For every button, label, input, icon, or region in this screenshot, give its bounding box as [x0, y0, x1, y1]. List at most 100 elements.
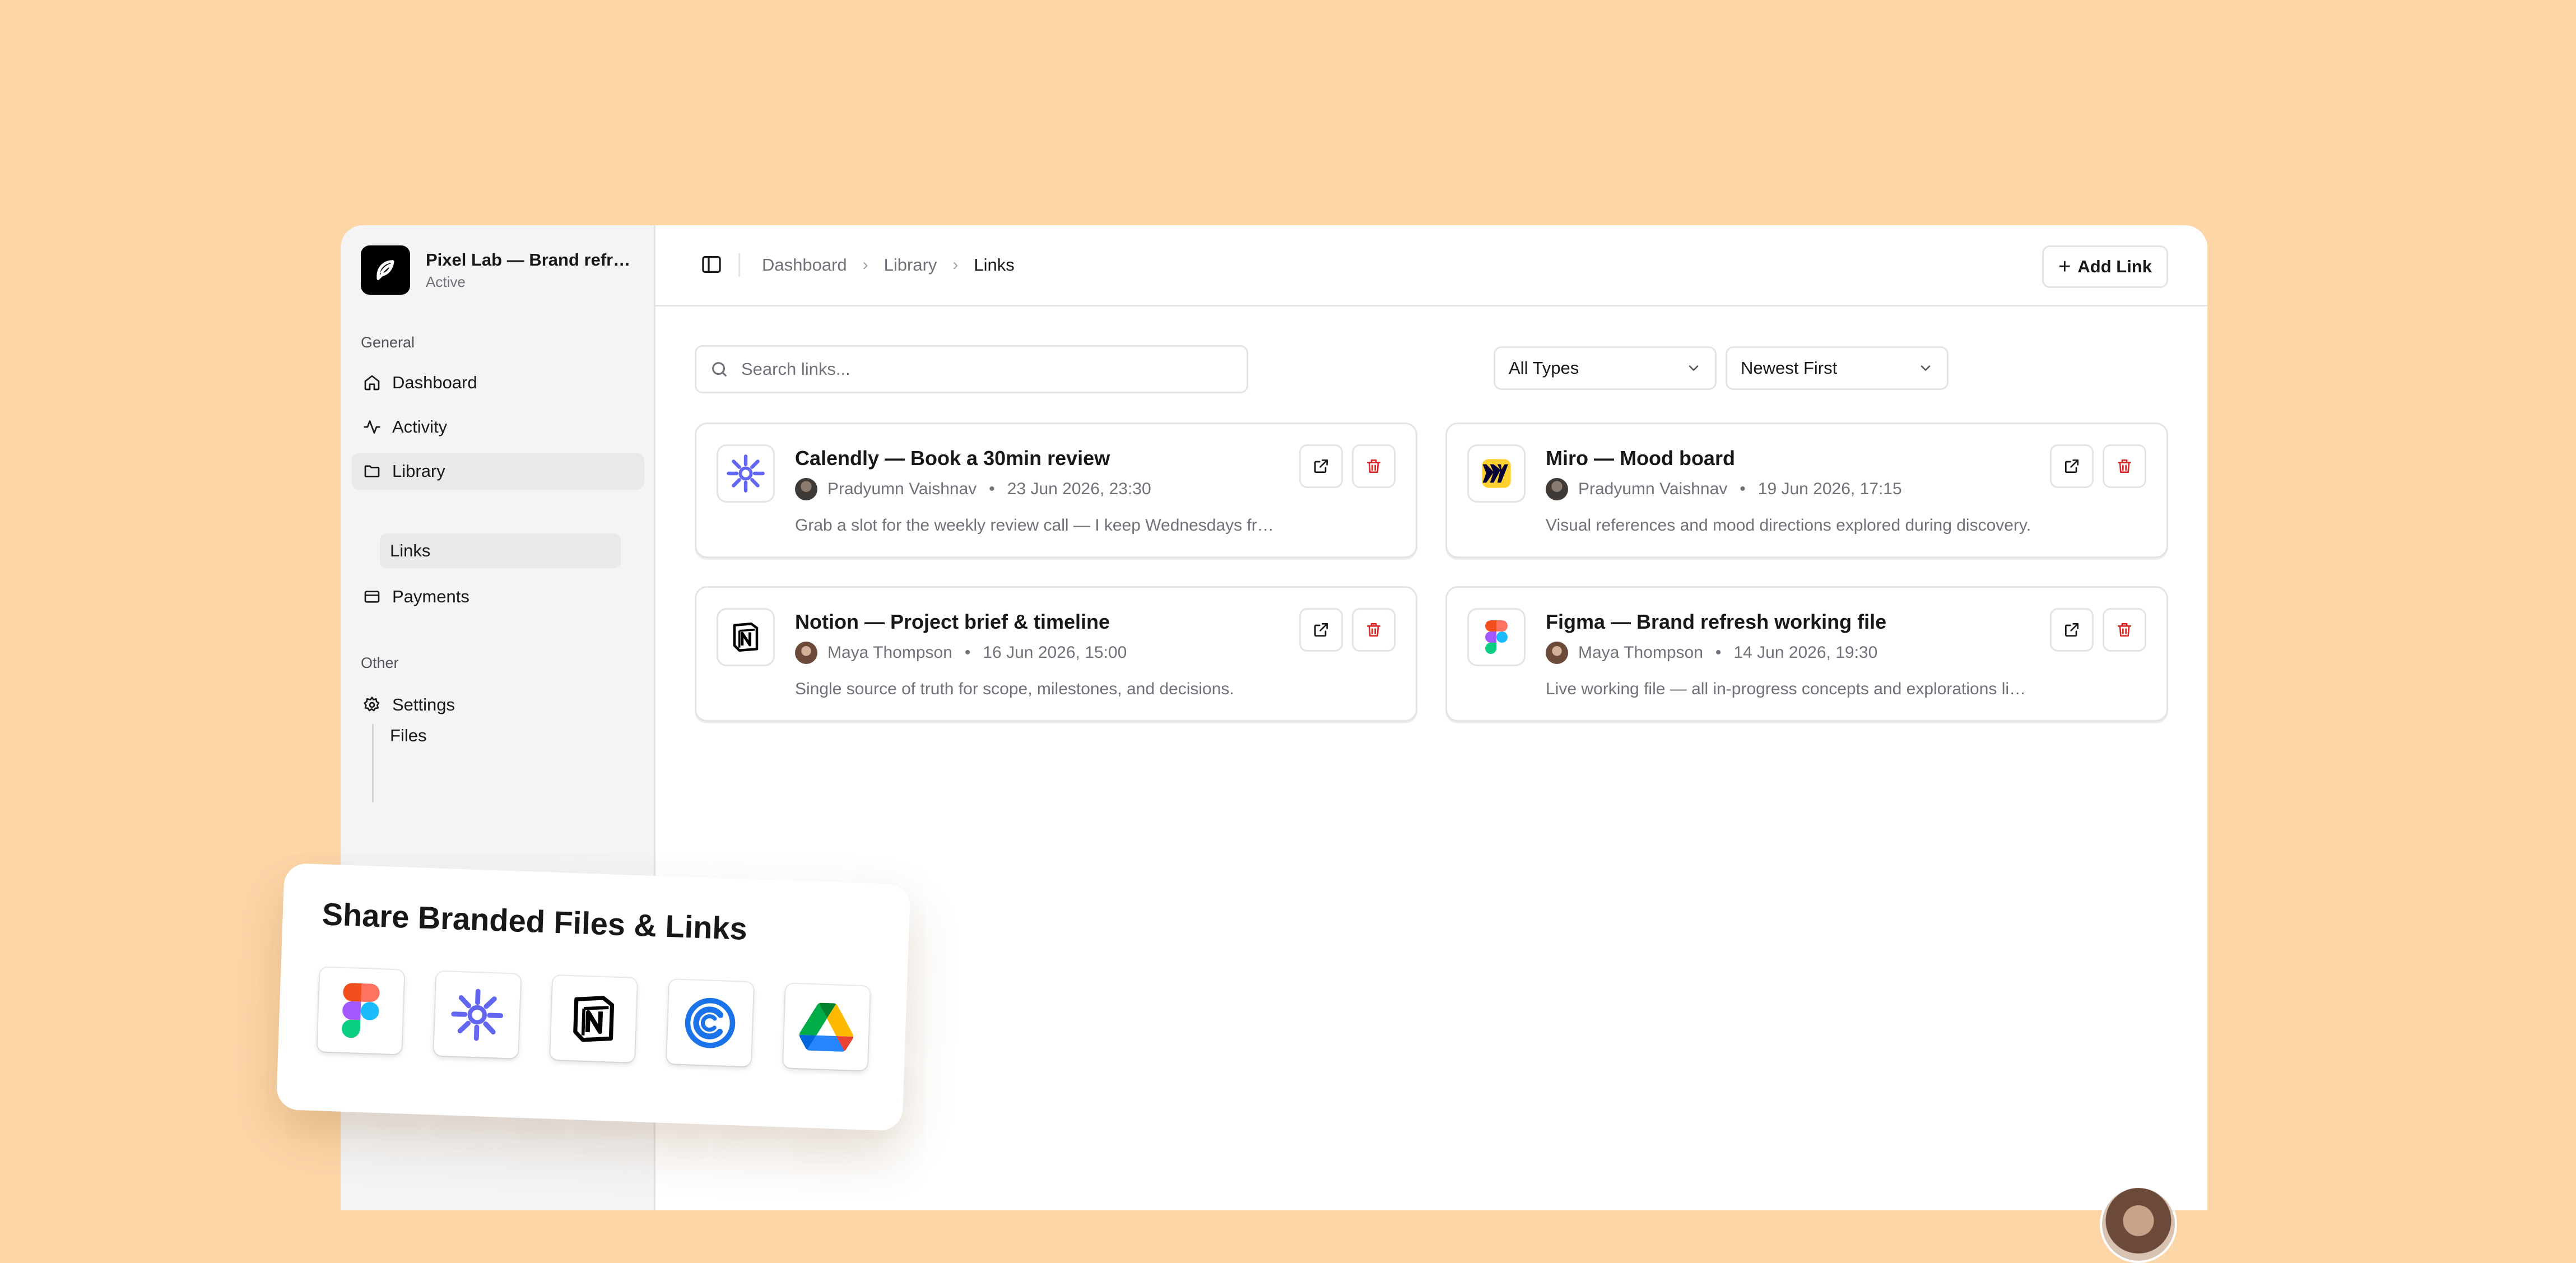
sidebar-subitem-label: Files	[390, 726, 427, 745]
sidebar-item-activity[interactable]: Activity	[352, 408, 644, 445]
sidebar-item-dashboard[interactable]: Dashboard	[352, 364, 644, 401]
sidebar-item-library[interactable]: Library	[352, 453, 644, 490]
add-link-button[interactable]: + Add Link	[2042, 245, 2168, 288]
user-avatar[interactable]	[2100, 1186, 2177, 1263]
home-icon	[362, 373, 382, 393]
sort-select[interactable]: Newest First	[1726, 346, 1949, 390]
card-date: 14 Jun 2026, 19:30	[1733, 643, 1878, 662]
workspace-switcher[interactable]: Pixel Lab — Brand refresh Active	[361, 245, 639, 295]
breadcrumb-links: Links	[974, 255, 1015, 275]
workspace-name: Pixel Lab — Brand refresh	[426, 249, 639, 270]
sort-value: Newest First	[1741, 358, 1838, 378]
sidebar-item-label: Dashboard	[392, 373, 477, 392]
open-link-button[interactable]	[1299, 444, 1343, 488]
top-bar: Dashboard › Library › Links + Add Link	[655, 225, 2207, 307]
card-description: Single source of truth for scope, milest…	[795, 680, 1234, 698]
card-title: Miro — Mood board	[1546, 447, 1735, 470]
chevron-right-icon: ›	[862, 256, 868, 274]
card-date: 16 Jun 2026, 15:00	[983, 643, 1127, 662]
card-title: Figma — Brand refresh working file	[1546, 610, 1887, 633]
figma-icon	[317, 967, 404, 1055]
sidebar-toggle-icon[interactable]	[700, 253, 723, 276]
card-meta: Pradyumn Vaishnav • 23 Jun 2026, 23:30	[795, 478, 1151, 500]
trash-icon	[1367, 623, 1380, 637]
calendly-icon	[434, 971, 521, 1058]
card-title: Notion — Project brief & timeline	[795, 610, 1110, 633]
group-label-general: General	[361, 334, 415, 351]
workspace-status: Active	[426, 273, 466, 290]
toolbar-divider	[738, 253, 740, 277]
card-date: 19 Jun 2026, 17:15	[1757, 480, 1902, 498]
breadcrumb-dashboard[interactable]: Dashboard	[762, 255, 847, 275]
meta-separator: •	[1715, 643, 1722, 662]
card-title: Calendly — Book a 30min review	[795, 447, 1110, 470]
card-meta: Maya Thompson • 14 Jun 2026, 19:30	[1546, 642, 1877, 664]
card-author: Maya Thompson	[827, 643, 952, 662]
calendar-c-icon	[666, 979, 754, 1067]
trash-icon	[2118, 623, 2131, 637]
type-filter-value: All Types	[1509, 358, 1579, 378]
notion-icon	[550, 975, 638, 1062]
chevron-down-icon	[1689, 365, 1699, 371]
link-card[interactable]: Figma — Brand refresh working file Maya …	[1445, 586, 2168, 722]
miro-icon	[1467, 444, 1526, 503]
folder-icon	[362, 461, 382, 481]
gear-icon	[362, 695, 382, 715]
card-description: Grab a slot for the weekly review call —…	[795, 516, 1282, 535]
sidebar-item-label: Activity	[392, 417, 448, 437]
sidebar-subitem-label: Links	[390, 541, 431, 560]
avatar	[1546, 478, 1568, 500]
activity-icon	[362, 417, 382, 437]
figma-icon	[1467, 608, 1526, 666]
external-link-icon	[2065, 459, 2079, 473]
chevron-right-icon: ›	[952, 256, 959, 274]
sidebar-subitem-links[interactable]: Links	[380, 533, 621, 568]
credit-card-icon	[362, 587, 382, 607]
card-description: Visual references and mood directions ex…	[1546, 516, 2031, 535]
avatar	[795, 642, 817, 664]
link-card[interactable]: Miro — Mood board Pradyumn Vaishnav • 19…	[1445, 422, 2168, 558]
link-card[interactable]: Notion — Project brief & timeline Maya T…	[695, 586, 1417, 722]
card-author: Pradyumn Vaishnav	[827, 480, 977, 498]
open-link-button[interactable]	[2050, 444, 2094, 488]
google-drive-icon	[783, 983, 870, 1071]
breadcrumb: Dashboard › Library › Links	[762, 253, 1015, 277]
promo-card: Share Branded Files & Links	[276, 863, 911, 1131]
sidebar-subitem-files[interactable]: Files	[380, 718, 621, 753]
calendly-icon	[717, 444, 775, 503]
sidebar-item-label: Library	[392, 461, 445, 481]
subnav-line	[372, 724, 374, 802]
sidebar-item-settings[interactable]: Settings	[352, 686, 644, 723]
open-link-button[interactable]	[2050, 608, 2094, 652]
delete-link-button[interactable]	[2103, 444, 2146, 488]
link-card[interactable]: Calendly — Book a 30min review Pradyumn …	[695, 422, 1417, 558]
delete-link-button[interactable]	[1352, 444, 1396, 488]
delete-link-button[interactable]	[1352, 608, 1396, 652]
card-meta: Maya Thompson • 16 Jun 2026, 15:00	[795, 642, 1127, 664]
card-description: Live working file — all in-progress conc…	[1546, 680, 2033, 698]
meta-separator: •	[1740, 480, 1746, 498]
add-link-label: Add Link	[2077, 257, 2152, 276]
sidebar-item-label: Settings	[392, 695, 455, 714]
search-input[interactable]	[740, 359, 1224, 380]
delete-link-button[interactable]	[2103, 608, 2146, 652]
plus-icon: +	[2058, 254, 2071, 278]
sidebar-item-label: Payments	[392, 587, 469, 606]
group-label-other: Other	[361, 654, 399, 671]
trash-icon	[1367, 459, 1380, 473]
card-author: Maya Thompson	[1578, 643, 1703, 662]
external-link-icon	[1314, 623, 1328, 637]
notion-icon	[717, 608, 775, 666]
trash-icon	[2118, 459, 2131, 473]
workspace-logo-icon	[361, 245, 410, 295]
breadcrumb-library[interactable]: Library	[884, 255, 937, 275]
external-link-icon	[2065, 623, 2079, 637]
search-box[interactable]	[695, 345, 1248, 393]
type-filter-select[interactable]: All Types	[1494, 346, 1717, 390]
card-author: Pradyumn Vaishnav	[1578, 480, 1728, 498]
avatar	[795, 478, 817, 500]
open-link-button[interactable]	[1299, 608, 1343, 652]
sidebar-item-payments[interactable]: Payments	[352, 578, 644, 615]
card-meta: Pradyumn Vaishnav • 19 Jun 2026, 17:15	[1546, 478, 1902, 500]
external-link-icon	[1314, 459, 1328, 473]
